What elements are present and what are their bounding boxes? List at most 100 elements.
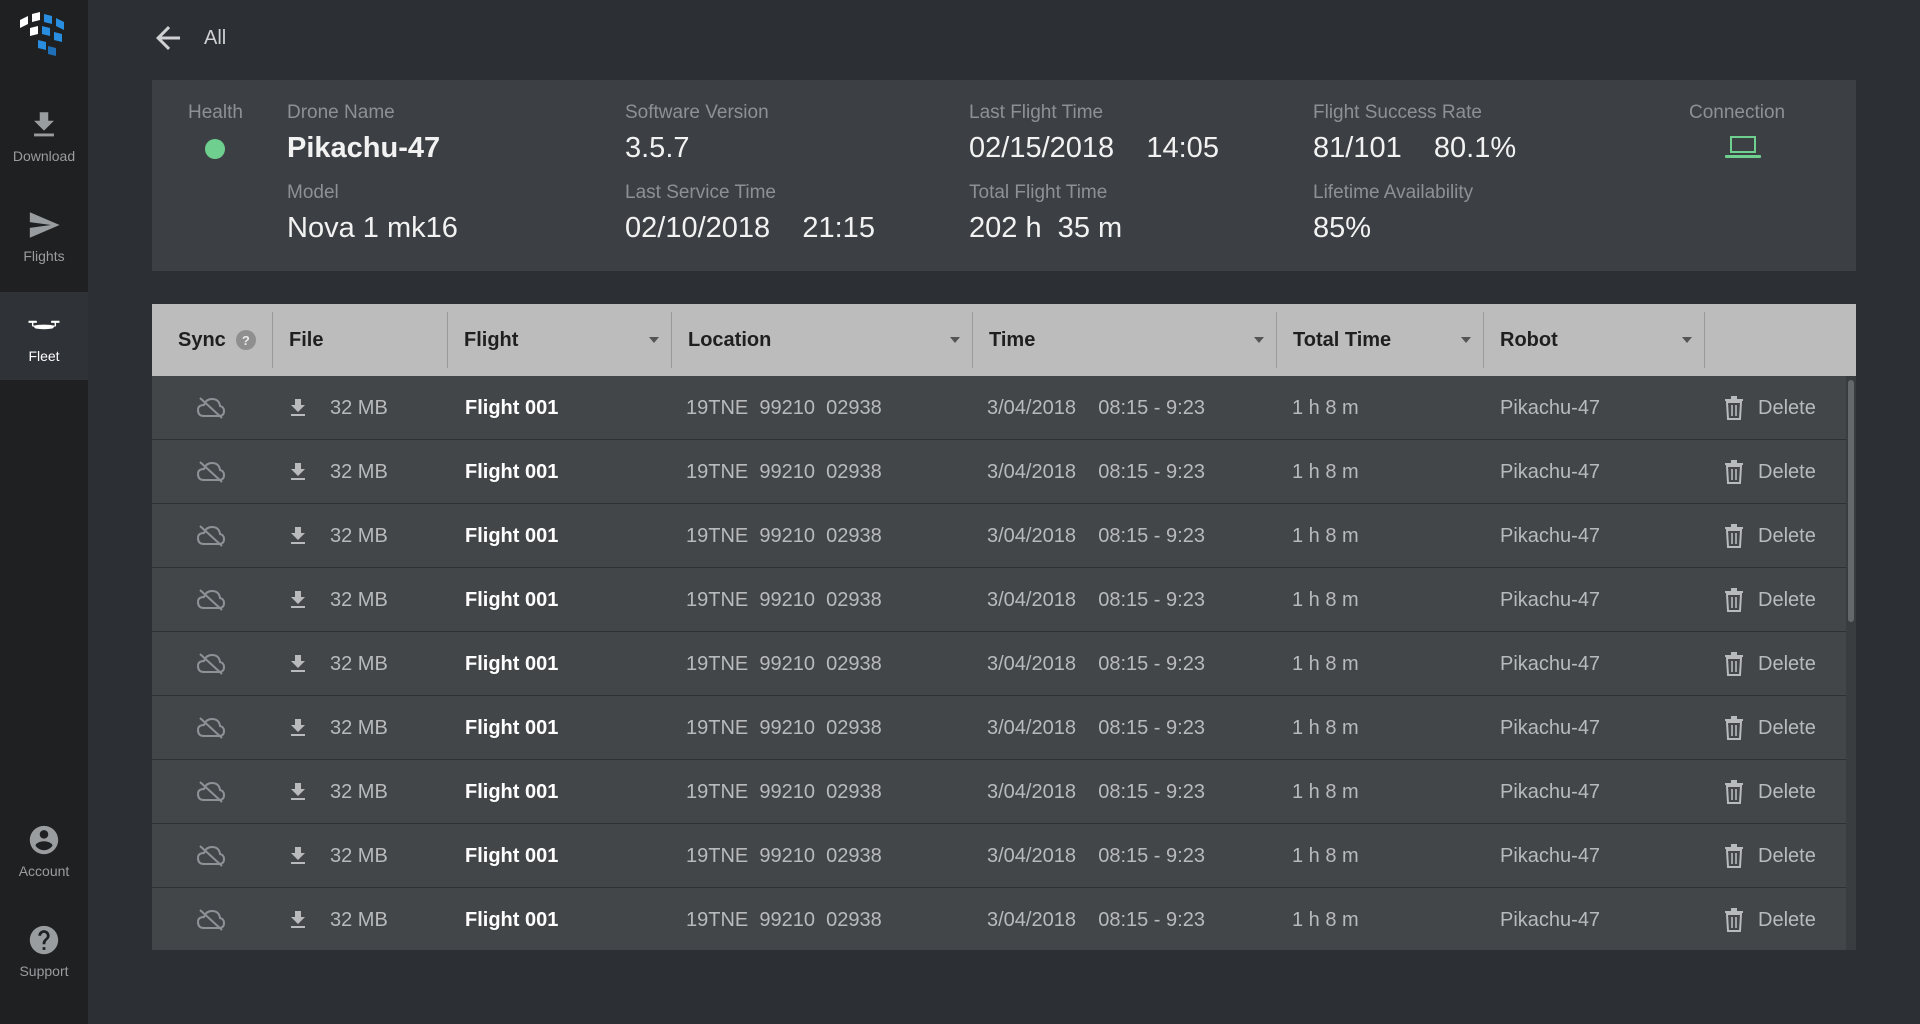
table-row: 32 MB Flight 001 19TNE 99210 02938 3/04/… <box>152 440 1846 504</box>
sort-location-icon[interactable] <box>950 337 960 343</box>
back-label[interactable]: All <box>204 27 226 50</box>
delete-label: Delete <box>1758 780 1816 803</box>
flight-name[interactable]: Flight 001 <box>465 504 558 568</box>
th-location[interactable]: Location <box>672 304 972 376</box>
sort-flight-icon[interactable] <box>649 337 659 343</box>
account-icon <box>29 825 59 855</box>
cloud-off-icon[interactable] <box>196 652 226 676</box>
flight-time: 3/04/2018 08:15 - 9:23 <box>987 588 1205 611</box>
th-total-time[interactable]: Total Time <box>1277 304 1483 376</box>
sync-cell[interactable] <box>196 888 226 950</box>
cloud-off-icon[interactable] <box>196 460 226 484</box>
flight-name[interactable]: Flight 001 <box>465 696 558 760</box>
flight-name[interactable]: Flight 001 <box>465 376 558 440</box>
trash-icon <box>1725 652 1743 676</box>
sort-total-time-icon[interactable] <box>1461 337 1471 343</box>
robot-name: Pikachu-47 <box>1500 588 1601 611</box>
sync-cell[interactable] <box>196 504 226 568</box>
download-file-button[interactable] <box>286 440 310 504</box>
sync-cell[interactable] <box>196 696 226 760</box>
file-size: 32 MB <box>330 652 388 675</box>
robot-name: Pikachu-47 <box>1500 460 1601 483</box>
nav-flights-label: Flights <box>23 248 65 264</box>
nav-fleet[interactable]: Fleet <box>0 292 88 380</box>
sort-time-icon[interactable] <box>1254 337 1264 343</box>
software-version-value: 3.5.7 <box>625 132 690 164</box>
nav-flights[interactable]: Flights <box>0 192 88 280</box>
download-file-button[interactable] <box>286 632 310 696</box>
th-file[interactable]: File <box>273 304 443 376</box>
trash-icon <box>1725 716 1743 740</box>
sync-cell[interactable] <box>196 440 226 504</box>
success-rate-value: 81/101 80.1% <box>1313 132 1517 164</box>
delete-button[interactable]: Delete <box>1722 888 1816 950</box>
nav-support-label: Support <box>19 963 69 979</box>
flight-name[interactable]: Flight 001 <box>465 440 558 504</box>
table-row: 32 MB Flight 001 19TNE 99210 02938 3/04/… <box>152 696 1846 760</box>
th-total-time-label: Total Time <box>1293 328 1392 351</box>
download-icon <box>291 463 305 480</box>
delete-button[interactable]: Delete <box>1722 568 1816 632</box>
delete-button[interactable]: Delete <box>1722 504 1816 568</box>
arrow-back-icon[interactable] <box>150 20 186 56</box>
download-file-button[interactable] <box>286 504 310 568</box>
delete-button[interactable]: Delete <box>1722 824 1816 888</box>
flight-time: 3/04/2018 08:15 - 9:23 <box>987 652 1205 675</box>
sync-cell[interactable] <box>196 632 226 696</box>
cloud-off-icon[interactable] <box>196 396 226 420</box>
th-time[interactable]: Time <box>973 304 1276 376</box>
delete-button[interactable]: Delete <box>1722 632 1816 696</box>
download-icon <box>291 655 305 672</box>
delete-button[interactable]: Delete <box>1722 440 1816 504</box>
download-file-button[interactable] <box>286 760 310 824</box>
sync-cell[interactable] <box>196 376 226 440</box>
th-file-label: File <box>289 328 324 351</box>
th-robot-label: Robot <box>1500 328 1558 351</box>
robot-name: Pikachu-47 <box>1500 524 1601 547</box>
download-file-button[interactable] <box>286 888 310 950</box>
th-flight[interactable]: Flight <box>448 304 672 376</box>
robot-name: Pikachu-47 <box>1500 780 1601 803</box>
download-file-button[interactable] <box>286 568 310 632</box>
delete-button[interactable]: Delete <box>1722 696 1816 760</box>
download-file-button[interactable] <box>286 376 310 440</box>
flight-name[interactable]: Flight 001 <box>465 824 558 888</box>
cloud-off-icon[interactable] <box>196 844 226 868</box>
flight-location: 19TNE 99210 02938 <box>686 908 882 931</box>
table-row: 32 MB Flight 001 19TNE 99210 02938 3/04/… <box>152 760 1846 824</box>
table-row: 32 MB Flight 001 19TNE 99210 02938 3/04/… <box>152 888 1846 950</box>
last-flight-label: Last Flight Time <box>969 102 1104 123</box>
sync-cell[interactable] <box>196 824 226 888</box>
nav-download[interactable]: Download <box>0 92 88 180</box>
th-robot[interactable]: Robot <box>1484 304 1704 376</box>
total-flight-value: 202 h 35 m <box>969 212 1123 244</box>
download-file-button[interactable] <box>286 696 310 760</box>
delete-button[interactable]: Delete <box>1722 376 1816 440</box>
cloud-off-icon[interactable] <box>196 524 226 548</box>
drone-name-value: Pikachu-47 <box>287 132 441 164</box>
cloud-off-icon[interactable] <box>196 588 226 612</box>
sync-cell[interactable] <box>196 568 226 632</box>
flight-name[interactable]: Flight 001 <box>465 632 558 696</box>
cloud-off-icon[interactable] <box>196 908 226 932</box>
file-size: 32 MB <box>330 460 388 483</box>
sort-robot-icon[interactable] <box>1682 337 1692 343</box>
cloud-off-icon[interactable] <box>196 780 226 804</box>
flight-name[interactable]: Flight 001 <box>465 568 558 632</box>
flight-name[interactable]: Flight 001 <box>465 888 558 950</box>
scrollbar-thumb[interactable] <box>1848 380 1854 622</box>
success-rate-label: Flight Success Rate <box>1313 102 1482 123</box>
nav-support[interactable]: Support <box>0 907 88 995</box>
cloud-off-icon[interactable] <box>196 716 226 740</box>
flight-name[interactable]: Flight 001 <box>465 760 558 824</box>
sync-cell[interactable] <box>196 760 226 824</box>
nav-account[interactable]: Account <box>0 807 88 895</box>
flights-table: Sync ? File Flight Location Time Total T… <box>152 304 1856 950</box>
robot-name: Pikachu-47 <box>1500 652 1601 675</box>
th-sync[interactable]: Sync ? <box>162 304 272 376</box>
help-circle-icon[interactable]: ? <box>235 330 256 350</box>
download-file-button[interactable] <box>286 824 310 888</box>
last-flight-value: 02/15/2018 14:05 <box>969 132 1219 164</box>
file-size: 32 MB <box>330 716 388 739</box>
delete-button[interactable]: Delete <box>1722 760 1816 824</box>
